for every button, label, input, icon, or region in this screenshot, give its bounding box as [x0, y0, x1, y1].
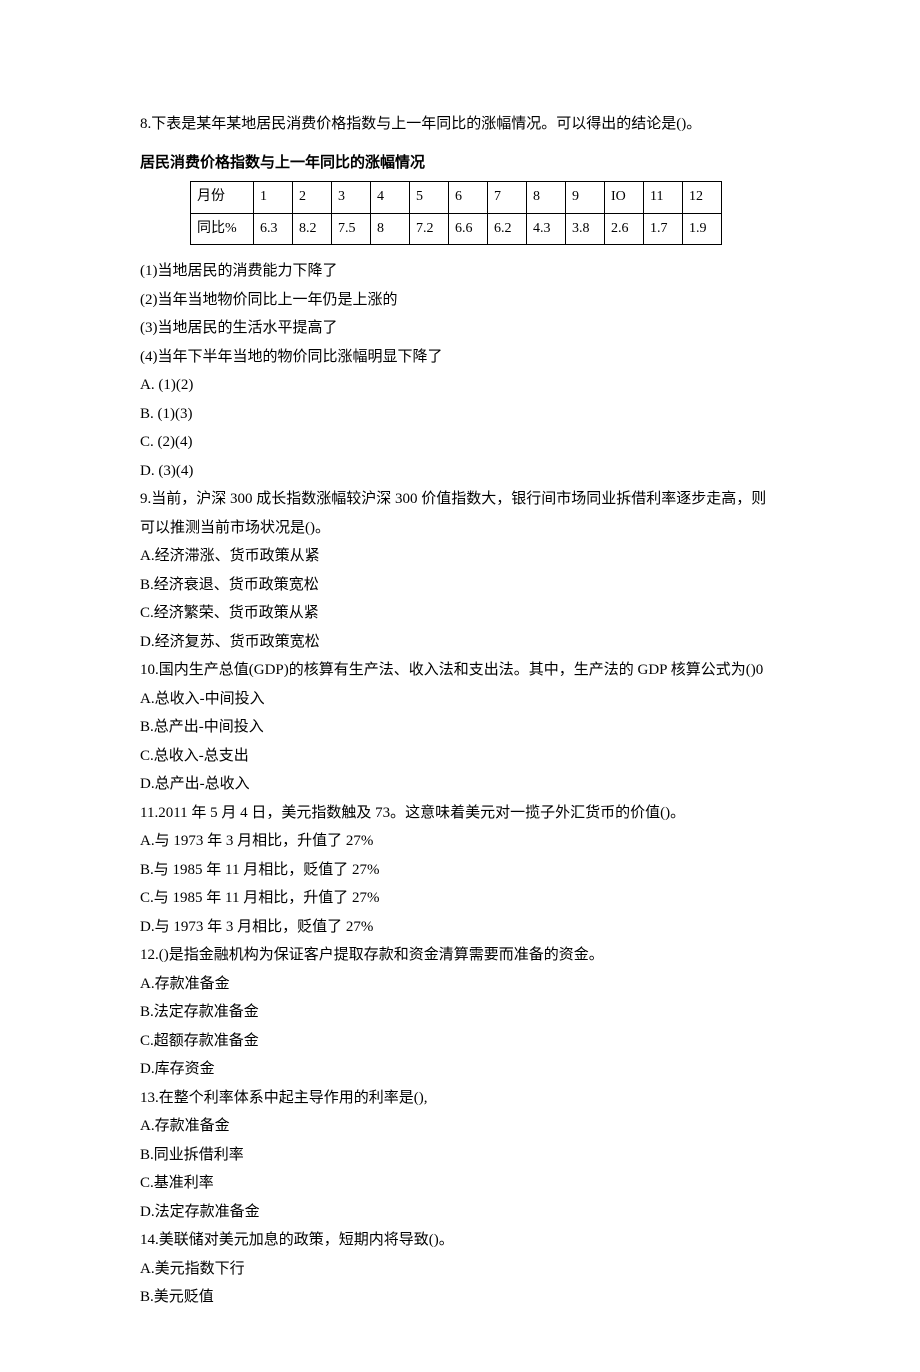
- table-cell: 7.2: [410, 213, 449, 245]
- q8-statement-2: (2)当年当地物价同比上一年仍是上涨的: [140, 286, 780, 315]
- q9-option-b: B.经济衰退、货币政策宽松: [140, 571, 780, 600]
- table-cell: 7: [488, 182, 527, 214]
- q11-option-d: D.与 1973 年 3 月相比，贬值了 27%: [140, 913, 780, 942]
- q8-statement-1: (1)当地居民的消费能力下降了: [140, 257, 780, 286]
- table-cell: 1: [254, 182, 293, 214]
- q8-option-b: B. (1)(3): [140, 400, 780, 429]
- q8-stem: 8.下表是某年某地居民消费价格指数与上一年同比的涨幅情况。可以得出的结论是()。: [140, 110, 780, 139]
- table-cell: IO: [605, 182, 644, 214]
- table-cell: 2: [293, 182, 332, 214]
- table-cell: 6: [449, 182, 488, 214]
- q9-stem: 9.当前，沪深 300 成长指数涨幅较沪深 300 价值指数大，银行间市场同业拆…: [140, 485, 780, 542]
- q8-option-c: C. (2)(4): [140, 428, 780, 457]
- q12-stem: 12.()是指金融机构为保证客户提取存款和资金清算需要而准备的资金。: [140, 941, 780, 970]
- q13-option-a: A.存款准备金: [140, 1112, 780, 1141]
- table-cell: 12: [683, 182, 722, 214]
- q10-option-c: C.总收入-总支出: [140, 742, 780, 771]
- table-cell: 1.9: [683, 213, 722, 245]
- row-label-yoy: 同比%: [191, 213, 254, 245]
- q8-option-d: D. (3)(4): [140, 457, 780, 486]
- q10-stem: 10.国内生产总值(GDP)的核算有生产法、收入法和支出法。其中，生产法的 GD…: [140, 656, 780, 685]
- q10-option-d: D.总产出-总收入: [140, 770, 780, 799]
- table-cell: 8: [527, 182, 566, 214]
- q10-option-a: A.总收入-中间投入: [140, 685, 780, 714]
- q12-option-b: B.法定存款准备金: [140, 998, 780, 1027]
- table-cell: 8.2: [293, 213, 332, 245]
- q8-table: 月份 1 2 3 4 5 6 7 8 9 IO 11 12 同比% 6.3 8.…: [190, 181, 722, 245]
- table-cell: 8: [371, 213, 410, 245]
- q14-stem: 14.美联储对美元加息的政策，短期内将导致()。: [140, 1226, 780, 1255]
- table-cell: 5: [410, 182, 449, 214]
- q13-option-d: D.法定存款准备金: [140, 1198, 780, 1227]
- q12-option-c: C.超额存款准备金: [140, 1027, 780, 1056]
- table-cell: 11: [644, 182, 683, 214]
- q11-option-c: C.与 1985 年 11 月相比，升值了 27%: [140, 884, 780, 913]
- table-row: 月份 1 2 3 4 5 6 7 8 9 IO 11 12: [191, 182, 722, 214]
- q11-stem: 11.2011 年 5 月 4 日，美元指数触及 73。这意味着美元对一揽子外汇…: [140, 799, 780, 828]
- q9-option-c: C.经济繁荣、货币政策从紧: [140, 599, 780, 628]
- q12-option-a: A.存款准备金: [140, 970, 780, 999]
- table-cell: 4.3: [527, 213, 566, 245]
- table-cell: 6.6: [449, 213, 488, 245]
- table-cell: 2.6: [605, 213, 644, 245]
- q11-option-b: B.与 1985 年 11 月相比，贬值了 27%: [140, 856, 780, 885]
- table-cell: 6.3: [254, 213, 293, 245]
- row-label-month: 月份: [191, 182, 254, 214]
- q8-statement-3: (3)当地居民的生活水平提高了: [140, 314, 780, 343]
- table-cell: 7.5: [332, 213, 371, 245]
- table-cell: 9: [566, 182, 605, 214]
- q8-table-caption: 居民消费价格指数与上一年同比的涨幅情况: [140, 149, 780, 178]
- q8-option-a: A. (1)(2): [140, 371, 780, 400]
- table-cell: 6.2: [488, 213, 527, 245]
- q14-option-a: A.美元指数下行: [140, 1255, 780, 1284]
- table-cell: 3.8: [566, 213, 605, 245]
- table-cell: 1.7: [644, 213, 683, 245]
- q13-stem: 13.在整个利率体系中起主导作用的利率是(),: [140, 1084, 780, 1113]
- q14-option-b: B.美元贬值: [140, 1283, 780, 1312]
- q8-statement-4: (4)当年下半年当地的物价同比涨幅明显下降了: [140, 343, 780, 372]
- q13-option-b: B.同业拆借利率: [140, 1141, 780, 1170]
- table-row: 同比% 6.3 8.2 7.5 8 7.2 6.6 6.2 4.3 3.8 2.…: [191, 213, 722, 245]
- q13-option-c: C.基准利率: [140, 1169, 780, 1198]
- table-cell: 4: [371, 182, 410, 214]
- q9-option-a: A.经济滞涨、货币政策从紧: [140, 542, 780, 571]
- q9-option-d: D.经济复苏、货币政策宽松: [140, 628, 780, 657]
- q12-option-d: D.库存资金: [140, 1055, 780, 1084]
- table-cell: 3: [332, 182, 371, 214]
- q11-option-a: A.与 1973 年 3 月相比，升值了 27%: [140, 827, 780, 856]
- q10-option-b: B.总产出-中间投入: [140, 713, 780, 742]
